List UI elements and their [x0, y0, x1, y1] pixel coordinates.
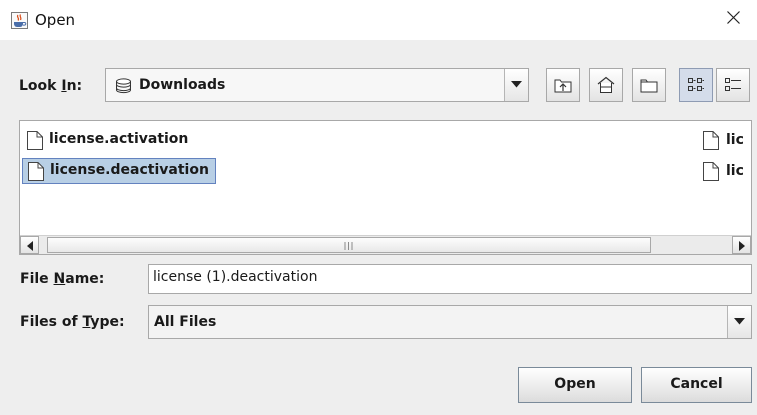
- scrollbar-thumb[interactable]: [47, 237, 651, 253]
- cancel-button[interactable]: Cancel: [641, 367, 752, 403]
- open-button[interactable]: Open: [518, 367, 632, 403]
- chevron-right-icon: [739, 241, 745, 251]
- horizontal-scrollbar[interactable]: [20, 235, 751, 254]
- file-item-license-activation[interactable]: license.activation: [22, 128, 194, 154]
- home-icon: [597, 76, 615, 93]
- look-in-combo[interactable]: Downloads: [105, 68, 529, 102]
- file-name-label: license.activation: [49, 131, 189, 147]
- new-folder-icon: [640, 79, 658, 93]
- drive-icon: [115, 78, 132, 98]
- file-type-dropdown-arrow[interactable]: [727, 306, 751, 338]
- file-icon: [703, 131, 719, 154]
- window-title: Open: [35, 11, 76, 29]
- java-cup-icon: [11, 12, 28, 29]
- file-name-label: lic: [726, 163, 744, 179]
- list-view-button[interactable]: [679, 68, 713, 102]
- file-item-license-deactivation[interactable]: license.deactivation: [22, 158, 216, 184]
- file-type-value: All Files: [154, 314, 217, 330]
- title-bar: Open: [0, 0, 757, 40]
- details-view-icon: [725, 78, 741, 91]
- grip-icon: [344, 242, 353, 250]
- file-name-input[interactable]: license (1).deactivation: [148, 264, 752, 294]
- up-one-level-button[interactable]: [546, 68, 580, 102]
- scroll-left-button[interactable]: [20, 236, 39, 254]
- scroll-right-button[interactable]: [732, 236, 751, 254]
- file-icon: [703, 162, 719, 185]
- home-button[interactable]: [589, 68, 623, 102]
- file-name-label: File Name:: [20, 271, 105, 287]
- file-list[interactable]: license.activation license.deactivation …: [19, 120, 752, 255]
- new-folder-button[interactable]: [632, 68, 666, 102]
- file-icon: [27, 131, 43, 154]
- file-name-label: license.deactivation: [50, 162, 209, 178]
- look-in-label: Look In:: [19, 78, 83, 94]
- close-icon: [727, 11, 740, 24]
- list-view-icon: [688, 78, 704, 91]
- details-view-button[interactable]: [716, 68, 750, 102]
- chevron-down-icon: [734, 318, 745, 325]
- file-type-label: Files of Type:: [20, 314, 125, 330]
- chevron-down-icon: [511, 81, 522, 88]
- file-type-combo[interactable]: All Files: [148, 305, 752, 339]
- look-in-dropdown-arrow[interactable]: [504, 69, 528, 101]
- file-name-label: lic: [726, 132, 744, 148]
- file-icon: [28, 162, 44, 185]
- chevron-left-icon: [27, 241, 33, 251]
- look-in-value: Downloads: [139, 77, 226, 93]
- file-chooser-panel: Look In: Downloads license.activation li…: [0, 40, 757, 415]
- close-button[interactable]: [711, 0, 757, 36]
- up-one-level-icon: [554, 79, 572, 93]
